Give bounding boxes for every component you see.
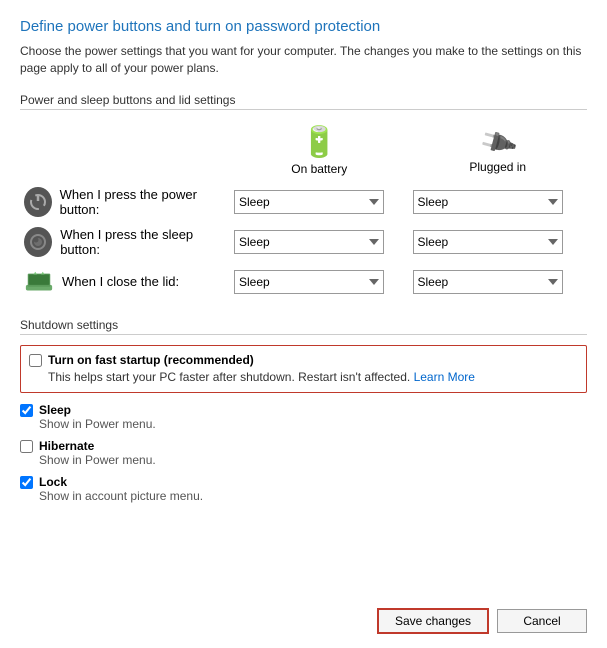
sleep-button-label-cell: When I press the sleep button:: [24, 227, 226, 257]
lid-on-battery-cell: Sleep Do nothing Hibernate Shut down: [230, 262, 409, 302]
power-button-icon: [24, 187, 52, 217]
table-row: When I press the sleep button: Sleep Do …: [20, 222, 587, 262]
power-button-row-label: When I press the power button:: [60, 187, 226, 217]
power-button-plugged-in-select[interactable]: Sleep Do nothing Hibernate Shut down Tur…: [413, 190, 563, 214]
page-description: Choose the power settings that you want …: [20, 43, 587, 77]
hibernate-item-label: Hibernate: [20, 439, 587, 453]
sleep-setting-item: Sleep Show in Power menu.: [20, 403, 587, 431]
sleep-button-on-battery-select[interactable]: Sleep Do nothing Hibernate Shut down: [234, 230, 384, 254]
table-row: When I close the lid: Sleep Do nothing H…: [20, 262, 587, 302]
hibernate-setting-item: Hibernate Show in Power menu.: [20, 439, 587, 467]
lid-on-battery-select[interactable]: Sleep Do nothing Hibernate Shut down: [234, 270, 384, 294]
shutdown-section-header: Shutdown settings: [20, 318, 587, 335]
sleep-button-plugged-in-select[interactable]: Sleep Do nothing Hibernate Shut down: [413, 230, 563, 254]
footer-buttons: Save changes Cancel: [377, 608, 587, 634]
sleep-label[interactable]: Sleep: [39, 403, 71, 417]
on-battery-label: On battery: [291, 162, 347, 176]
sleep-checkbox[interactable]: [20, 404, 33, 417]
sleep-button-icon: [24, 227, 52, 257]
fast-startup-label[interactable]: Turn on fast startup (recommended): [48, 353, 254, 367]
lid-label-cell: When I close the lid:: [24, 267, 226, 297]
buttons-lid-section-header: Power and sleep buttons and lid settings: [20, 93, 587, 110]
cancel-button[interactable]: Cancel: [497, 609, 587, 633]
sleep-button-row-label: When I press the sleep button:: [60, 227, 226, 257]
fast-startup-checkbox[interactable]: [29, 354, 42, 367]
power-button-on-battery-cell: Sleep Do nothing Hibernate Shut down Tur…: [230, 182, 409, 222]
shutdown-section: Shutdown settings Turn on fast startup (…: [20, 318, 587, 504]
lock-item-label: Lock: [20, 475, 587, 489]
lock-description: Show in account picture menu.: [39, 489, 587, 503]
hibernate-checkbox[interactable]: [20, 440, 33, 453]
hibernate-label[interactable]: Hibernate: [39, 439, 94, 453]
lid-plugged-in-select[interactable]: Sleep Do nothing Hibernate Shut down: [413, 270, 563, 294]
plugged-in-label: Plugged in: [469, 160, 526, 174]
plugged-in-header: 🔌 Plugged in: [409, 120, 588, 182]
battery-icon: 🔋: [301, 125, 338, 160]
lock-checkbox[interactable]: [20, 476, 33, 489]
sleep-button-plugged-in-cell: Sleep Do nothing Hibernate Shut down: [409, 222, 588, 262]
fast-startup-description: This helps start your PC faster after sh…: [48, 369, 576, 386]
fast-startup-box: Turn on fast startup (recommended) This …: [20, 345, 587, 394]
power-button-label-cell: When I press the power button:: [24, 187, 226, 217]
hibernate-description: Show in Power menu.: [39, 453, 587, 467]
sleep-item-label: Sleep: [20, 403, 587, 417]
power-button-plugged-in-cell: Sleep Do nothing Hibernate Shut down Tur…: [409, 182, 588, 222]
table-row: When I press the power button: Sleep Do …: [20, 182, 587, 222]
lid-row-label: When I close the lid:: [62, 274, 179, 289]
settings-panel: Define power buttons and turn on passwor…: [0, 0, 607, 648]
on-battery-header: 🔋 On battery: [230, 120, 409, 182]
table-header-row: 🔋 On battery 🔌 Plugged in: [20, 120, 587, 182]
settings-table: 🔋 On battery 🔌 Plugged in: [20, 120, 587, 302]
learn-more-link[interactable]: Learn More: [414, 370, 475, 384]
power-button-on-battery-select[interactable]: Sleep Do nothing Hibernate Shut down Tur…: [234, 190, 384, 214]
lid-icon: [24, 267, 54, 297]
sleep-description: Show in Power menu.: [39, 417, 587, 431]
lock-label[interactable]: Lock: [39, 475, 67, 489]
plug-icon: 🔌: [476, 121, 520, 164]
lock-setting-item: Lock Show in account picture menu.: [20, 475, 587, 503]
save-changes-button[interactable]: Save changes: [377, 608, 489, 634]
lid-plugged-in-cell: Sleep Do nothing Hibernate Shut down: [409, 262, 588, 302]
page-title: Define power buttons and turn on passwor…: [20, 18, 587, 35]
fast-startup-row: Turn on fast startup (recommended): [29, 353, 576, 367]
sleep-button-on-battery-cell: Sleep Do nothing Hibernate Shut down: [230, 222, 409, 262]
